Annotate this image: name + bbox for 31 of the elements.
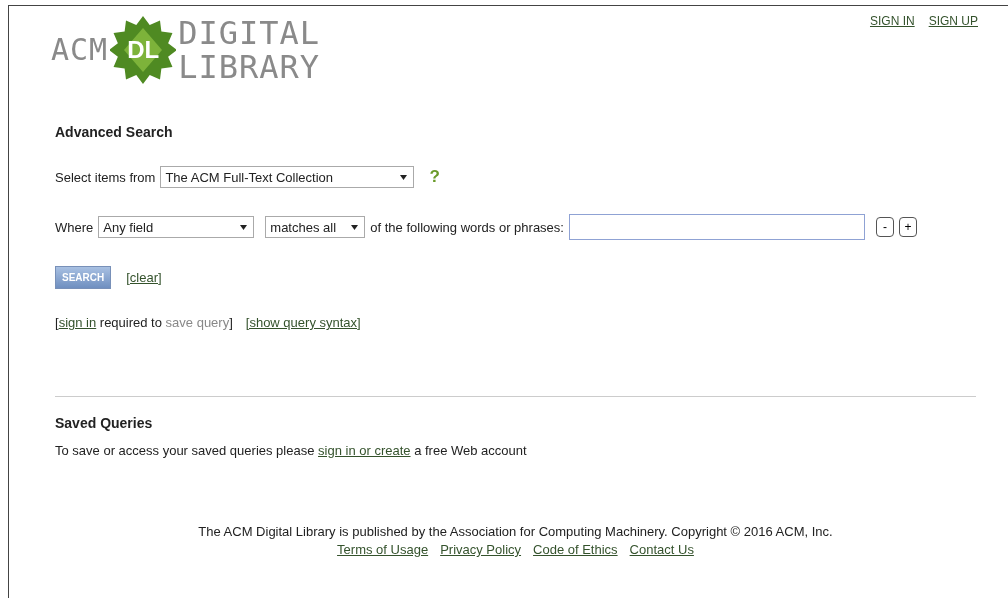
remove-button[interactable]: - [875,217,894,237]
starburst-icon [110,14,177,86]
footer-link[interactable]: Contact Us [629,542,694,557]
caret-icon [351,223,359,231]
field-label: Select items from [55,169,156,185]
field-select[interactable]: Any field [98,216,255,238]
section-title: Saved Queries [55,415,154,431]
query-syntax-link[interactable]: [show query syntax] [245,315,361,330]
collection-select[interactable]: The ACM Full-Text Collection [160,166,415,188]
logo-text: LIBRARY [178,51,321,83]
field-label: Where [55,219,94,235]
sign-in-link[interactable]: sign in or create [318,443,411,458]
saved-queries-text: To save or access your saved queries please sign in or create a free Web account [55,443,527,458]
copyright-text: The ACM Digital Library is published by the Association for Computing Machinery. Copyright © 2016 ACM, Inc. [198,524,833,539]
field-label: of the following words or phrases: [370,219,564,235]
save-query-note: [sign in required to save query] [55,315,233,330]
match-select[interactable]: matches all [265,216,366,238]
section-title: Advanced Search [55,124,174,140]
footer-link[interactable]: Code of Ethics [533,542,618,557]
query-input[interactable] [568,214,865,240]
add-button[interactable]: + [898,217,917,237]
account-link[interactable]: SIGN IN [870,14,915,94]
logo-text: DIGITAL [178,17,321,49]
footer-link[interactable]: Terms of Usage [337,542,429,557]
account-link[interactable]: SIGN UP [928,14,978,94]
logo-text: ACM [51,35,109,65]
clear-link[interactable]: [clear] [126,270,162,285]
caret-icon [400,173,408,181]
caret-icon [240,223,248,231]
footer-link[interactable]: Privacy Policy [440,542,522,557]
logo-badge-text: DL [127,36,160,64]
